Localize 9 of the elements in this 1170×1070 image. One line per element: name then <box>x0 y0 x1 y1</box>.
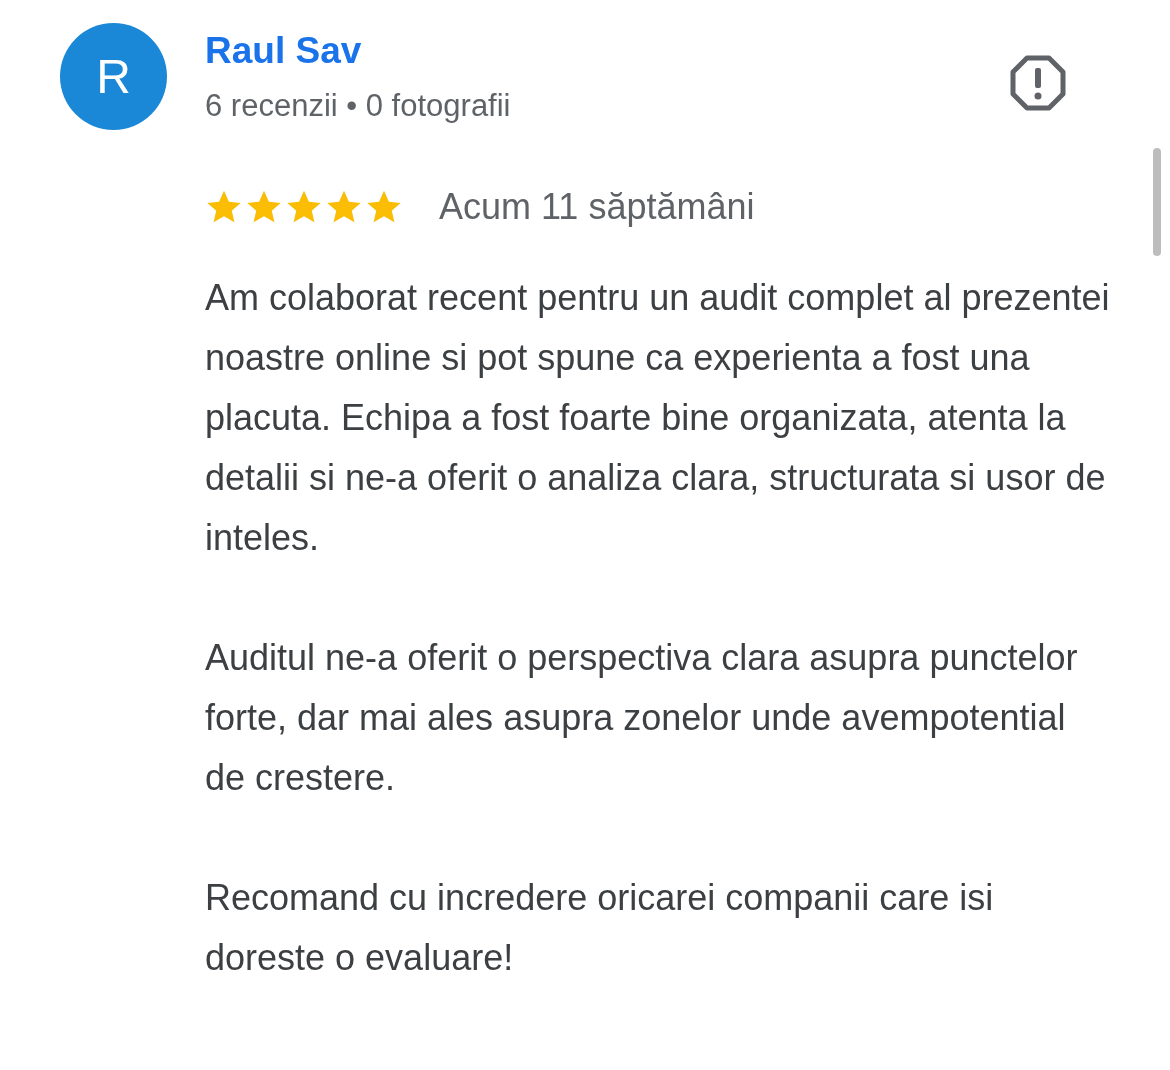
review-text: Auditul ne-a oferit o perspectiva clara asupra punctelor forte, dar mai ales asupra zonelor unde avempotential de crestere. <box>205 636 1079 800</box>
reviewer-name[interactable]: Raul Sav <box>205 27 511 75</box>
scrollbar[interactable] <box>1153 148 1161 256</box>
avatar[interactable]: R <box>60 23 167 130</box>
review-time: Acum 11 săptămâni <box>439 186 755 228</box>
reviewer-stats: 6 recenzii • 0 fotografii <box>205 87 511 125</box>
review-text: Recomand cu incredere oricarei companii care isi doreste o evaluare! <box>205 876 995 980</box>
review-text: Am colaborat recent pentru un audit complet al prezentei noastre online si pot spune ca experienta a fost una placuta. Echipa a fost foarte bine organizata, atenta la detalii si ne-a oferit o analiza clara, structurata si usor de inteles. <box>205 276 1110 560</box>
report-icon[interactable] <box>1010 55 1066 111</box>
